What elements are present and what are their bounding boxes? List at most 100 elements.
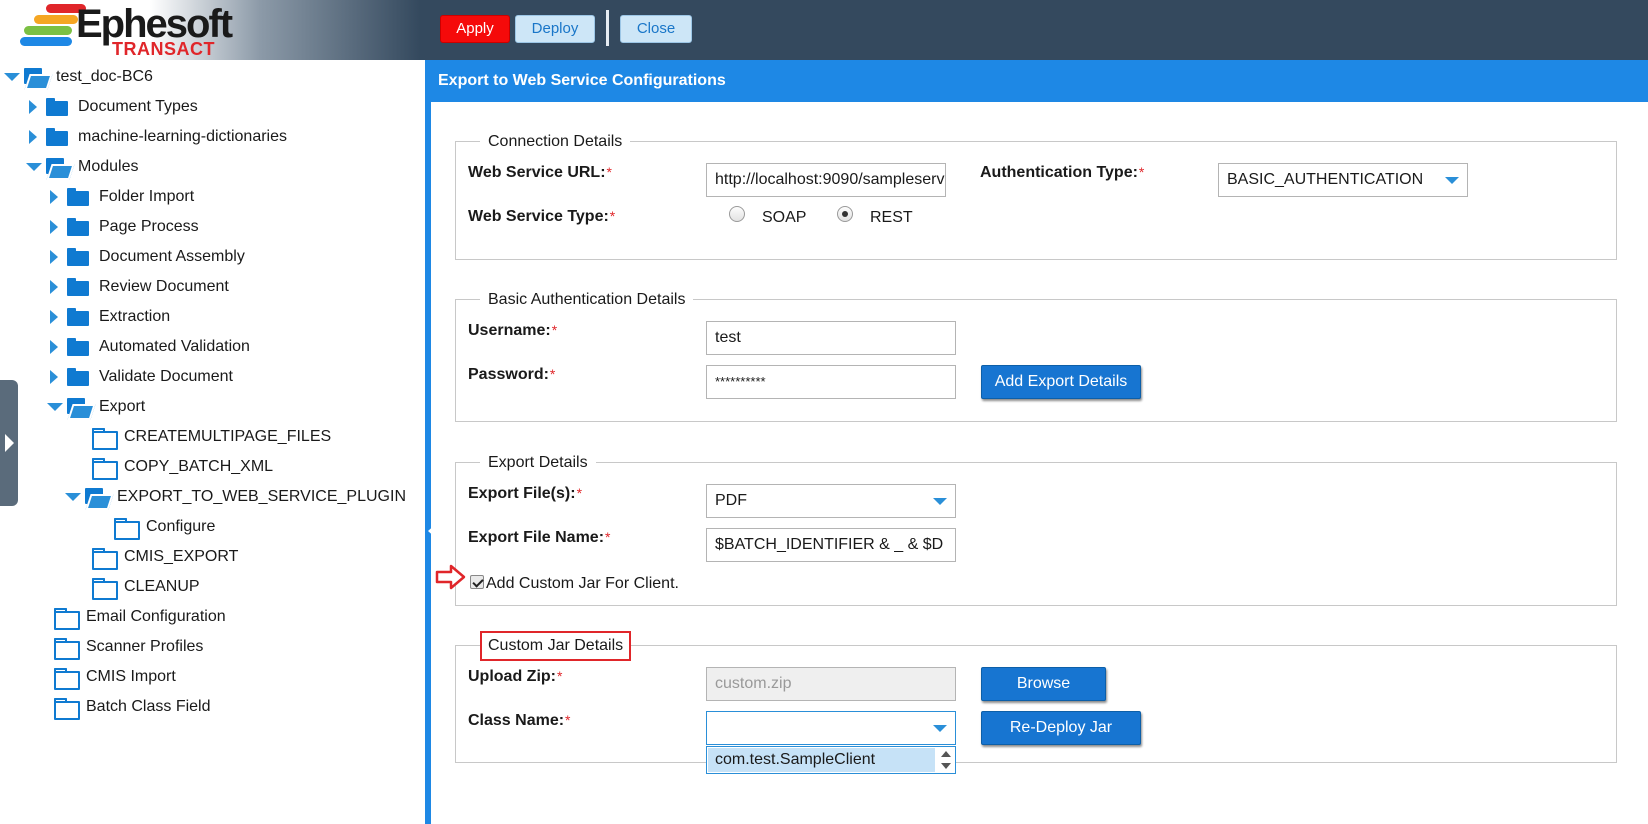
web-service-type-label: Web Service Type:* <box>468 208 616 225</box>
folder-icon <box>46 128 68 146</box>
tree-node-review-document[interactable]: Review Document <box>47 273 229 301</box>
tree-node-document-assembly[interactable]: Document Assembly <box>47 243 245 271</box>
collapse-arrow-icon[interactable] <box>26 130 40 144</box>
tree-node-modules[interactable]: Modules <box>26 153 138 181</box>
folder-icon <box>67 278 89 296</box>
class-name-select[interactable] <box>706 711 956 745</box>
folder-open-icon <box>85 488 107 506</box>
tree-node-document-types[interactable]: Document Types <box>26 93 198 121</box>
tree-node-label: Email Configuration <box>86 608 226 625</box>
folder-open-icon <box>24 68 46 86</box>
tree-node-batch-class-field[interactable]: Batch Class Field <box>34 693 211 721</box>
basic-authentication-group: Basic Authentication Details Username:* … <box>455 291 1617 422</box>
tree-node-label: Batch Class Field <box>86 698 211 715</box>
collapse-arrow-icon[interactable] <box>47 190 61 204</box>
connection-details-legend: Connection Details <box>480 133 631 151</box>
collapse-arrow-icon[interactable] <box>47 250 61 264</box>
export-file-name-input[interactable]: $BATCH_IDENTIFIER & _ & $D <box>706 528 956 562</box>
export-files-label: Export File(s):* <box>468 485 583 502</box>
batch-class-tree: test_doc-BC6 Document Types machine-lear… <box>0 60 425 824</box>
tree-node-export[interactable]: Export <box>47 393 145 421</box>
folder-outline-icon <box>92 458 118 480</box>
add-export-details-button[interactable]: Add Export Details <box>981 365 1141 399</box>
authentication-type-select[interactable]: BASIC_AUTHENTICATION <box>1218 163 1468 197</box>
password-label: Password:* <box>468 366 556 383</box>
tree-node-extraction[interactable]: Extraction <box>47 303 170 331</box>
redeploy-jar-button[interactable]: Re-Deploy Jar <box>981 711 1141 745</box>
tree-node-page-process[interactable]: Page Process <box>47 213 199 241</box>
tree-node-root[interactable]: test_doc-BC6 <box>4 63 153 91</box>
tree-node-label: Validate Document <box>99 368 233 385</box>
folder-outline-icon <box>92 548 118 570</box>
password-input[interactable]: ********** <box>706 365 956 399</box>
tree-node-cleanup[interactable]: CLEANUP <box>72 573 200 601</box>
tree-node-validate-document[interactable]: Validate Document <box>47 363 233 391</box>
tree-node-label: Automated Validation <box>99 338 250 355</box>
username-input[interactable]: test <box>706 321 956 355</box>
tree-node-label: Scanner Profiles <box>86 638 204 655</box>
add-custom-jar-label: Add Custom Jar For Client. <box>486 575 679 592</box>
collapse-arrow-icon[interactable] <box>47 220 61 234</box>
tree-node-cmis-import[interactable]: CMIS Import <box>34 663 176 691</box>
tree-node-label: Document Types <box>78 98 198 115</box>
ephesoft-logo: Ephesoft TRANSACT <box>16 0 246 60</box>
deploy-button[interactable]: Deploy <box>515 15 595 43</box>
soap-radio[interactable] <box>729 206 745 222</box>
apply-button[interactable]: Apply <box>440 15 510 43</box>
tree-node-export-to-web-service-plugin[interactable]: EXPORT_TO_WEB_SERVICE_PLUGIN <box>65 483 406 511</box>
expand-arrow-icon[interactable] <box>65 490 81 504</box>
browse-button[interactable]: Browse <box>981 667 1106 701</box>
tree-node-cmis-export[interactable]: CMIS_EXPORT <box>72 543 238 571</box>
folder-icon <box>46 98 68 116</box>
tree-node-copy-batch-xml[interactable]: COPY_BATCH_XML <box>72 453 273 481</box>
rest-radio[interactable] <box>837 206 853 222</box>
export-files-select[interactable]: PDF <box>706 484 956 518</box>
authentication-type-label: Authentication Type:* <box>980 164 1145 181</box>
tree-node-label: Page Process <box>99 218 199 235</box>
tree-node-ml-dictionaries[interactable]: machine-learning-dictionaries <box>26 123 287 151</box>
tree-node-label: EXPORT_TO_WEB_SERVICE_PLUGIN <box>117 488 406 505</box>
expand-arrow-icon[interactable] <box>26 160 42 174</box>
collapse-arrow-icon[interactable] <box>47 370 61 384</box>
authentication-type-value: BASIC_AUTHENTICATION <box>1227 171 1424 188</box>
folder-outline-icon <box>54 698 80 720</box>
tree-node-scanner-profiles[interactable]: Scanner Profiles <box>34 633 203 661</box>
tree-node-label: Folder Import <box>99 188 195 205</box>
tree-node-label: test_doc-BC6 <box>56 68 153 85</box>
tree-node-folder-import[interactable]: Folder Import <box>47 183 194 211</box>
collapse-arrow-icon[interactable] <box>47 340 61 354</box>
toolbar-separator <box>606 10 609 46</box>
export-details-legend: Export Details <box>480 454 596 472</box>
tree-node-label: COPY_BATCH_XML <box>124 458 274 475</box>
chevron-down-icon <box>933 725 947 732</box>
scroll-down-icon[interactable] <box>939 760 953 772</box>
expand-panel-handle[interactable] <box>0 380 18 506</box>
class-name-option[interactable]: com.test.SampleClient <box>708 748 935 772</box>
close-button[interactable]: Close <box>620 15 692 43</box>
expand-arrow-icon[interactable] <box>47 400 63 414</box>
rest-radio-label: REST <box>870 209 913 226</box>
collapse-arrow-icon[interactable] <box>47 310 61 324</box>
web-service-url-input[interactable]: http://localhost:9090/sampleserv <box>706 163 946 197</box>
tree-node-label: Modules <box>78 158 139 175</box>
folder-icon <box>67 338 89 356</box>
tree-node-label: CREATEMULTIPAGE_FILES <box>124 428 332 445</box>
folder-open-icon <box>67 398 89 416</box>
add-custom-jar-checkbox[interactable] <box>470 575 484 589</box>
tree-node-automated-validation[interactable]: Automated Validation <box>47 333 250 361</box>
collapse-arrow-icon[interactable] <box>26 100 40 114</box>
tree-node-label: Extraction <box>99 308 171 325</box>
tree-node-label: machine-learning-dictionaries <box>78 128 287 145</box>
export-file-name-label: Export File Name:* <box>468 529 611 546</box>
tree-node-email-configuration[interactable]: Email Configuration <box>34 603 226 631</box>
tree-node-label: CLEANUP <box>124 578 200 595</box>
export-details-group: Export Details Export File(s):* PDF Expo… <box>455 454 1617 606</box>
tree-node-configure[interactable]: Configure <box>94 513 215 541</box>
tree-node-label: Export <box>99 398 146 415</box>
connection-details-group: Connection Details Web Service URL:* htt… <box>455 133 1617 260</box>
expand-arrow-icon[interactable] <box>4 70 20 84</box>
folder-icon <box>67 248 89 266</box>
collapse-arrow-icon[interactable] <box>47 280 61 294</box>
folder-open-icon <box>46 158 68 176</box>
tree-node-createmultipage-files[interactable]: CREATEMULTIPAGE_FILES <box>72 423 331 451</box>
